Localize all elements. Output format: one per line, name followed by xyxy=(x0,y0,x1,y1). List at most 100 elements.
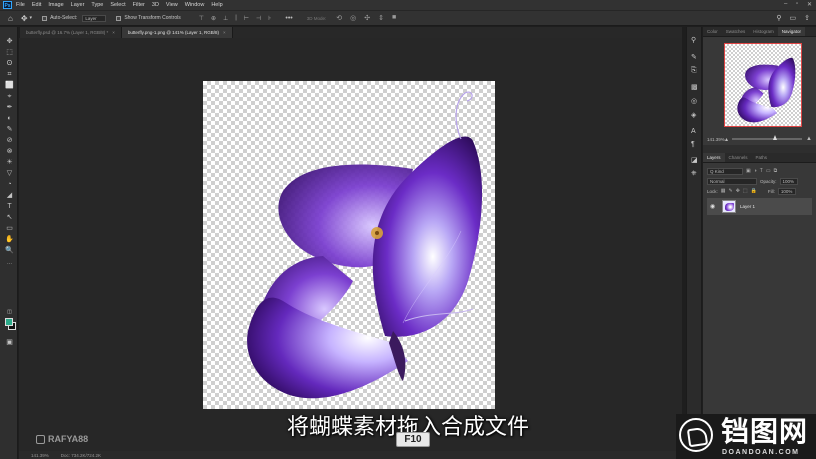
search-icon[interactable]: ⚲ xyxy=(776,14,781,22)
tab-layers[interactable]: Layers xyxy=(703,153,725,162)
dodge-tool-icon[interactable]: ◢ xyxy=(5,192,14,199)
gradient-tool-icon[interactable]: ▽ xyxy=(5,170,14,177)
align-bottom-icon[interactable]: ⊥ xyxy=(223,15,228,22)
align-vcenter-icon[interactable]: ⊕ xyxy=(211,15,216,22)
lasso-tool-icon[interactable]: ʘ xyxy=(5,60,14,67)
history-brush-tool-icon[interactable]: ⊗ xyxy=(5,148,14,155)
maximize-button[interactable]: ▫ xyxy=(796,1,798,7)
chevron-down-icon[interactable]: ▾ xyxy=(30,15,33,21)
navigator-thumbnail[interactable] xyxy=(724,43,802,127)
lock-position-icon[interactable]: ✥ xyxy=(736,188,740,194)
tab-channels[interactable]: Channels xyxy=(725,153,752,162)
tab-butterfly-png[interactable]: butterfly.png-1.png @ 141% (Layer 1, RGB… xyxy=(121,27,233,38)
navigator-zoom-slider[interactable] xyxy=(732,135,803,140)
navigator-preview[interactable] xyxy=(703,37,816,133)
menu-file[interactable]: File xyxy=(16,2,25,8)
auto-select-dropdown[interactable]: Layer xyxy=(82,14,107,22)
eraser-tool-icon[interactable]: ☀ xyxy=(5,159,14,166)
zoom-in-icon[interactable]: ▲ xyxy=(806,136,812,142)
show-transform-checkbox[interactable] xyxy=(116,15,122,21)
layer-name[interactable]: Layer 1 xyxy=(740,204,755,209)
3d-slide-icon[interactable]: ⇕ xyxy=(378,14,384,22)
3d-rotate-icon[interactable]: ⟲ xyxy=(336,14,342,22)
align-hcenter-icon[interactable]: ⊣ xyxy=(256,15,261,22)
3d-camera-icon[interactable]: ■ xyxy=(392,14,396,22)
lock-transparent-icon[interactable]: ▦ xyxy=(721,188,726,194)
brush-tool-icon[interactable]: ✎ xyxy=(5,126,14,133)
filter-shape-icon[interactable]: ▭ xyxy=(766,168,771,174)
lock-image-icon[interactable]: ✎ xyxy=(729,188,733,194)
character-icon[interactable]: A xyxy=(691,128,696,135)
healing-tool-icon[interactable]: ◐ xyxy=(5,115,14,122)
menu-filter[interactable]: Filter xyxy=(133,2,145,8)
lock-all-icon[interactable]: 🔒 xyxy=(751,188,757,194)
layer-filter-kind[interactable]: Q Kind xyxy=(707,167,743,175)
3d-roll-icon[interactable]: ◎ xyxy=(350,14,356,22)
close-tab-icon[interactable]: × xyxy=(112,30,115,35)
zoom-out-icon[interactable]: ▴ xyxy=(725,136,728,143)
tab-swatches[interactable]: Swatches xyxy=(722,27,750,36)
swatches-panel-icon[interactable]: ▩ xyxy=(691,84,698,91)
blur-tool-icon[interactable]: ◔ xyxy=(5,181,14,188)
menu-select[interactable]: Select xyxy=(110,2,125,8)
fill-input[interactable]: 100% xyxy=(777,187,796,195)
share-icon[interactable]: ⇪ xyxy=(804,14,810,22)
tab-color[interactable]: Color xyxy=(703,27,722,36)
hand-tool-icon[interactable]: ✋ xyxy=(5,236,14,243)
zoom-slider-thumb[interactable] xyxy=(772,135,777,140)
workspace-icon[interactable]: ▭ xyxy=(790,14,797,22)
move-icon[interactable]: ✥ xyxy=(21,14,28,23)
navigator-zoom-value[interactable]: 141.39% xyxy=(707,137,725,142)
menu-edit[interactable]: Edit xyxy=(32,2,41,8)
adjustments-icon[interactable]: ◎ xyxy=(691,98,697,105)
home-icon[interactable]: ⌂ xyxy=(8,14,13,23)
minimize-button[interactable]: – xyxy=(784,1,787,7)
filter-type-icon[interactable]: T xyxy=(760,168,763,174)
tab-navigator[interactable]: Navigator xyxy=(777,27,806,36)
close-button[interactable]: ✕ xyxy=(807,1,812,8)
move-tool-icon[interactable]: ✥ xyxy=(5,38,14,45)
eyedropper-tool-icon[interactable]: ✒ xyxy=(5,104,14,111)
auto-select-checkbox[interactable] xyxy=(42,15,48,21)
foreground-color-swatch[interactable] xyxy=(5,318,13,326)
align-left-icon[interactable]: ⊢ xyxy=(244,15,249,22)
status-zoom[interactable]: 141.39% xyxy=(31,453,49,458)
tab-histogram[interactable]: Histogram xyxy=(749,27,778,36)
menu-window[interactable]: Window xyxy=(185,2,205,8)
stamp-tool-icon[interactable]: ⊘ xyxy=(5,137,14,144)
layer-row[interactable]: ◉ Layer 1 xyxy=(707,198,812,215)
tab-paths[interactable]: Paths xyxy=(752,153,772,162)
paragraph-icon[interactable]: ¶ xyxy=(691,141,695,148)
history-icon[interactable]: ⚲ xyxy=(691,37,696,44)
filter-adjust-icon[interactable]: ◑ xyxy=(754,168,757,174)
path-select-tool-icon[interactable]: ↖ xyxy=(5,214,14,221)
more-options-icon[interactable]: ••• xyxy=(285,15,292,22)
frame-tool-icon[interactable]: ⌖ xyxy=(5,93,14,100)
menu-help[interactable]: Help xyxy=(211,2,222,8)
align-top-icon[interactable]: ⊤ xyxy=(199,15,204,22)
screen-mode-icon[interactable]: ▣ xyxy=(5,339,14,346)
brush-settings-icon[interactable]: ✎ xyxy=(691,54,697,61)
lock-artboard-icon[interactable]: ⬚ xyxy=(743,188,748,194)
edit-toolbar-icon[interactable]: ··· xyxy=(5,261,14,268)
shape-tool-icon[interactable]: ▭ xyxy=(5,225,14,232)
opacity-input[interactable]: 100% xyxy=(779,177,798,185)
filter-smart-icon[interactable]: ⧉ xyxy=(774,168,778,174)
blend-mode-select[interactable]: Normal xyxy=(707,177,757,185)
visibility-eye-icon[interactable]: ◉ xyxy=(710,203,718,210)
menu-3d[interactable]: 3D xyxy=(152,2,159,8)
3d-drag-icon[interactable]: ✣ xyxy=(364,14,370,22)
crop-tool-icon[interactable]: ⬜ xyxy=(5,82,14,89)
type-tool-icon[interactable]: T xyxy=(5,203,14,210)
styles-icon[interactable]: ◈ xyxy=(691,112,696,119)
menu-image[interactable]: Image xyxy=(48,2,63,8)
filter-pixel-icon[interactable]: ▣ xyxy=(746,168,751,174)
properties-icon[interactable]: ◪ xyxy=(691,157,698,164)
marquee-tool-icon[interactable]: ⬚ xyxy=(5,49,14,56)
zoom-tool-icon[interactable]: 🔍 xyxy=(5,247,14,254)
quick-select-tool-icon[interactable]: ⌗ xyxy=(5,71,14,78)
menu-type[interactable]: Type xyxy=(91,2,103,8)
clone-source-icon[interactable]: ⎘ xyxy=(691,67,697,74)
quick-mask-icon[interactable]: ◫ xyxy=(5,309,14,316)
tab-butterfly-psd[interactable]: butterfly.psd @ 16.7% (Layer 1, RGB/8) *… xyxy=(20,27,122,38)
